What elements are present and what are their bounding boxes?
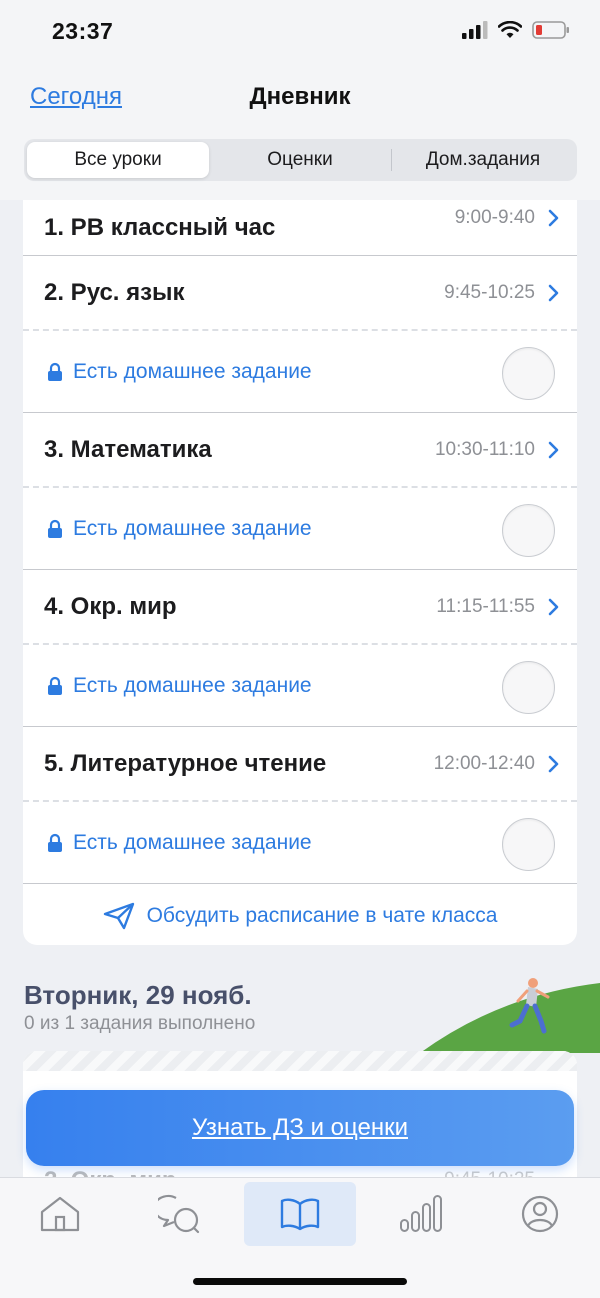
- segment-all-lessons[interactable]: Все уроки: [27, 142, 209, 178]
- status-icons: [462, 20, 570, 40]
- chevron-right-icon: [548, 256, 559, 329]
- segment-homework[interactable]: Дом.задания: [392, 142, 574, 178]
- homework-checkbox[interactable]: [502, 504, 555, 557]
- chevron-right-icon: [548, 200, 559, 236]
- discuss-label: Обсудить расписание в чате класса: [146, 904, 498, 927]
- tab-diary[interactable]: [244, 1182, 356, 1246]
- lesson-time: 12:00-12:40: [433, 752, 535, 774]
- home-icon: [40, 1196, 80, 1232]
- lesson-name: 4. Окр. мир: [44, 592, 177, 620]
- tab-stats[interactable]: [364, 1182, 476, 1246]
- homework-checkbox[interactable]: [502, 347, 555, 400]
- stats-icon: [400, 1195, 442, 1232]
- homework-label: Есть домашнее задание: [73, 516, 312, 540]
- lesson-row[interactable]: 4. Окр. мир 11:15-11:55: [23, 570, 577, 643]
- chevron-right-icon: [548, 727, 559, 800]
- learn-homework-grades-button[interactable]: Узнать ДЗ и оценки: [26, 1090, 574, 1166]
- lock-icon: [48, 519, 62, 538]
- lesson-name: 2. Рус. язык: [44, 278, 185, 306]
- homework-row[interactable]: Есть домашнее задание: [23, 643, 577, 726]
- wifi-icon: [498, 21, 522, 38]
- lesson-time: 9:00-9:40: [454, 207, 535, 228]
- homework-label: Есть домашнее задание: [73, 830, 312, 854]
- lesson-time: 10:30-11:10: [434, 438, 535, 460]
- homework-label: Есть домашнее задание: [73, 359, 312, 383]
- home-indicator: [193, 1278, 407, 1285]
- runner-illustration: [420, 978, 600, 1053]
- lock-icon: [48, 676, 62, 695]
- segmented-control: Все уроки Оценки Дом.задания: [24, 139, 577, 181]
- status-bar: 23:37: [0, 0, 600, 66]
- lesson-row[interactable]: 3. Математика 10:30-11:10: [23, 413, 577, 486]
- send-icon: [103, 902, 134, 930]
- tab-bar: [0, 1177, 600, 1298]
- segment-grades[interactable]: Оценки: [209, 142, 391, 178]
- book-icon: [280, 1198, 320, 1231]
- homework-label: Есть домашнее задание: [73, 673, 312, 697]
- lesson-name: 1. РВ классный час: [44, 213, 276, 241]
- tab-chat[interactable]: [124, 1182, 236, 1246]
- tab-profile[interactable]: [484, 1182, 596, 1246]
- chat-icon: [158, 1194, 200, 1234]
- lesson-time: 9:45-10:25: [444, 281, 535, 303]
- chevron-right-icon: [548, 570, 559, 643]
- lesson-name: 3. Математика: [44, 435, 212, 463]
- day-title: Вторник, 29 нояб.: [24, 980, 252, 1010]
- lesson-time: 11:15-11:55: [436, 595, 535, 617]
- lock-icon: [48, 833, 62, 852]
- signal-icon: [462, 21, 488, 39]
- chevron-right-icon: [548, 413, 559, 486]
- tab-home[interactable]: [4, 1182, 116, 1246]
- discuss-schedule-button[interactable]: Обсудить расписание в чате класса: [23, 884, 577, 945]
- lock-icon: [48, 362, 62, 381]
- homework-row[interactable]: Есть домашнее задание: [23, 800, 577, 883]
- lesson-name: 5. Литературное чтение: [44, 749, 327, 777]
- homework-checkbox[interactable]: [502, 818, 555, 871]
- day-progress: 0 из 1 задания выполнено: [24, 1013, 256, 1034]
- lesson-row[interactable]: 5. Литературное чтение 12:00-12:40: [23, 727, 577, 800]
- homework-row[interactable]: Есть домашнее задание: [23, 486, 577, 569]
- lesson-row[interactable]: 1. РВ классный час 9:00-9:40: [23, 200, 577, 255]
- header: Сегодня Дневник Все уроки Оценки Дом.зад…: [0, 66, 600, 200]
- lesson-row[interactable]: 2. Рус. язык 9:45-10:25: [23, 256, 577, 329]
- today-link[interactable]: Сегодня: [30, 83, 122, 111]
- status-time: 23:37: [52, 18, 114, 44]
- homework-row[interactable]: Есть домашнее задание: [23, 329, 577, 412]
- progress-stripes: [23, 1051, 577, 1071]
- profile-icon: [521, 1195, 559, 1233]
- homework-checkbox[interactable]: [502, 661, 555, 714]
- lessons-card: 1. РВ классный час 9:00-9:40 2. Рус. язы…: [23, 200, 577, 945]
- battery-icon: [532, 21, 569, 39]
